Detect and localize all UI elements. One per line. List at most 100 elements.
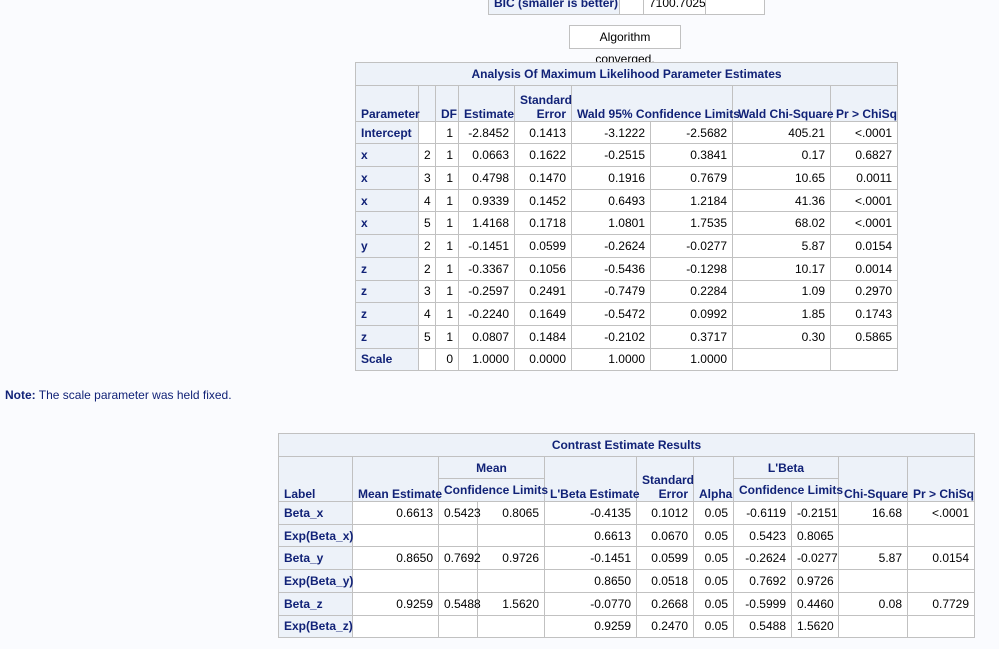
- cell: 3: [418, 279, 436, 304]
- cell: 1.7535: [650, 211, 733, 236]
- cell: 0.05: [693, 546, 734, 571]
- cell: -0.2240: [458, 302, 515, 326]
- cell: -0.5999: [733, 591, 792, 616]
- cell: 0.0154: [829, 234, 899, 258]
- cell: [438, 569, 478, 593]
- cell: [352, 569, 439, 593]
- row-header: Beta_z: [278, 591, 353, 616]
- cell: 0.4460: [791, 591, 839, 616]
- row-header: Scale: [355, 347, 419, 372]
- cell: -0.1298: [650, 256, 733, 281]
- cell: 5: [418, 211, 436, 236]
- cell: 0.1056: [514, 256, 572, 281]
- table-row: x 3 1 0.4798 0.1470 0.1916 0.7679 10.65 0.0011: [355, 166, 899, 190]
- cell: -0.1451: [458, 234, 515, 258]
- cell: -0.2515: [571, 143, 651, 168]
- col-header: Mean: [438, 455, 545, 480]
- cell: 0.8065: [477, 501, 545, 525]
- cell: -0.1451: [544, 546, 637, 571]
- cell: 0.1452: [514, 188, 572, 213]
- cell: -0.2597: [458, 279, 515, 304]
- row-header: Exp(Beta_y): [278, 569, 353, 593]
- parameter-estimates-table: Analysis Of Maximum Likelihood Parameter…: [354, 62, 899, 372]
- cell: -0.3367: [458, 256, 515, 281]
- cell: 7100.7025: [643, 0, 706, 15]
- row-header: z: [355, 279, 419, 304]
- cell: 0.9259: [544, 614, 637, 639]
- cell: 68.02: [732, 211, 831, 236]
- table-row: BIC (smaller is better) 7100.7025: [488, 0, 765, 15]
- cell: -2.8452: [458, 120, 515, 145]
- convergence-status: Algorithm converged.: [569, 25, 681, 66]
- cell: 0.2491: [514, 279, 572, 304]
- cell: 0.1916: [571, 166, 651, 190]
- col-header: Chi-Square: [838, 455, 908, 503]
- header-line: Error: [536, 106, 566, 121]
- table-row: Beta_y 0.8650 0.7692 0.9726 -0.1451 0.0599 0.0…: [278, 546, 976, 571]
- cell: 0.8650: [352, 546, 439, 571]
- table-row: Beta_z 0.9259 0.5488 1.5620 -0.0770 0.2668 0.0…: [278, 591, 976, 616]
- cell: 5.87: [838, 546, 908, 571]
- cell: 0.3841: [650, 143, 733, 168]
- cell: 1.0000: [571, 347, 651, 372]
- col-header: Alpha: [693, 455, 734, 503]
- cell: 0.1649: [514, 302, 572, 326]
- cell: 0.3717: [650, 324, 733, 349]
- cell: 1.09: [732, 279, 831, 304]
- row-header: Beta_y: [278, 546, 353, 571]
- cell: [906, 523, 976, 548]
- cell: 10.17: [732, 256, 831, 281]
- cell: 1: [435, 256, 459, 281]
- table-row: z 5 1 0.0807 0.1484 -0.2102 0.3717 0.30 0.5865: [355, 324, 899, 349]
- cell: 4: [418, 302, 436, 326]
- cell: 0.1484: [514, 324, 572, 349]
- row-header: z: [355, 302, 419, 326]
- cell: 0.5423: [733, 523, 792, 548]
- cell: [838, 523, 908, 548]
- note-label: Note:: [5, 388, 36, 402]
- cell: [418, 347, 436, 372]
- cell: 0.9726: [791, 569, 839, 593]
- cell: [418, 120, 436, 145]
- cell: 4: [418, 188, 436, 213]
- row-header: x: [355, 211, 419, 236]
- row-header: Beta_x: [278, 501, 353, 525]
- cell: [477, 569, 545, 593]
- col-header: Confidence Limits: [733, 478, 843, 503]
- col-header: Estimate: [458, 84, 515, 122]
- cell: 0: [435, 347, 459, 372]
- cell: 0.2284: [650, 279, 733, 304]
- header-line: Standard: [642, 473, 695, 488]
- cell: 0.7692: [733, 569, 792, 593]
- cell: <.0001: [829, 188, 899, 213]
- cell: 0.08: [838, 591, 908, 616]
- cell: 1: [435, 211, 459, 236]
- col-header: Pr > ChiSq: [906, 455, 976, 503]
- cell: 405.21: [732, 120, 831, 145]
- cell: 0.6827: [829, 143, 899, 168]
- cell: <.0001: [829, 211, 899, 236]
- cell: 10.65: [732, 166, 831, 190]
- cell: 0.5865: [829, 324, 899, 349]
- cell: 5: [418, 324, 436, 349]
- cell: 0.6613: [352, 501, 439, 525]
- cell: 0.9726: [477, 546, 545, 571]
- table-row: Scale 0 1.0000 0.0000 1.0000 1.0000: [355, 347, 899, 372]
- cell: -0.6119: [733, 501, 792, 525]
- cell: 1: [435, 166, 459, 190]
- cell: 2: [418, 234, 436, 258]
- cell: 1: [435, 302, 459, 326]
- table-row: Exp(Beta_y) 0.8650 0.0518 0.05 0.7692 0.9726: [278, 569, 976, 593]
- cell: -0.5436: [571, 256, 651, 281]
- col-header: Wald Chi-Square: [732, 84, 834, 122]
- cell: [732, 347, 831, 372]
- cell: 1: [435, 188, 459, 213]
- cell: [438, 523, 478, 548]
- cell: -0.0277: [650, 234, 733, 258]
- cell: 1.5620: [477, 591, 545, 616]
- cell: 0.05: [693, 523, 734, 548]
- cell: -0.5472: [571, 302, 651, 326]
- cell: 1.85: [732, 302, 831, 326]
- note-text: The scale parameter was held fixed.: [35, 388, 232, 402]
- cell: 0.2470: [636, 614, 694, 639]
